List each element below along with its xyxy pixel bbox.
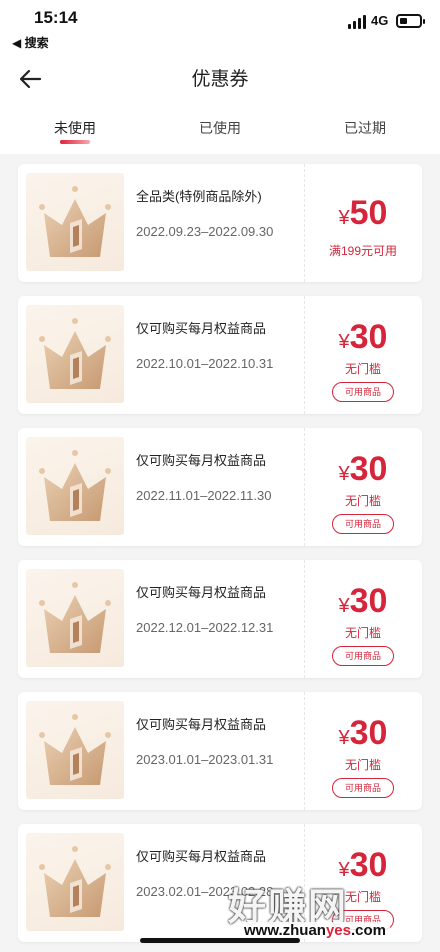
coupon-condition: 无门槛 [344, 626, 381, 640]
coupon-card[interactable]: 仅可购买每月权益商品 2023.01.01–2023.01.31 ¥30 无门槛… [18, 692, 422, 810]
coupon-list[interactable]: 全品类(特例商品除外) 2022.09.23–2022.09.30 ¥50 满1… [0, 154, 440, 952]
signal-icon [348, 15, 368, 29]
available-goods-button[interactable]: 可用商品 [332, 778, 394, 798]
coupon-amount: ¥30 [338, 450, 388, 488]
available-goods-button[interactable]: 可用商品 [332, 382, 394, 402]
crown-logo-icon [26, 437, 124, 535]
coupon-card[interactable]: 仅可购买每月权益商品 2022.10.01–2022.10.31 ¥30 无门槛… [18, 296, 422, 414]
tab-unused[interactable]: 未使用 [35, 118, 115, 138]
coupon-amount: ¥30 [338, 714, 388, 752]
coupon-validity: 2022.09.23–2022.09.30 [136, 224, 274, 239]
available-goods-button[interactable]: 可用商品 [332, 514, 394, 534]
watermark-url: www.zhuanyes.com [240, 922, 390, 939]
network-type: 4G [371, 13, 389, 28]
coupon-condition: 无门槛 [344, 494, 381, 508]
available-goods-button[interactable]: 可用商品 [332, 646, 394, 666]
tab-used[interactable]: 已使用 [180, 118, 260, 138]
crown-logo-icon [26, 701, 124, 799]
coupon-validity: 2022.12.01–2022.12.31 [136, 620, 274, 635]
crown-logo-icon [26, 833, 124, 931]
coupon-condition: 无门槛 [344, 362, 381, 376]
coupon-name: 仅可购买每月权益商品 [136, 717, 267, 732]
coupon-validity: 2022.11.01–2022.11.30 [136, 488, 272, 503]
page-title: 优惠券 [191, 69, 249, 90]
coupon-name: 全品类(特例商品除外) [136, 189, 262, 204]
active-tab-indicator [60, 140, 90, 144]
coupon-condition: 满199元可用 [328, 244, 398, 258]
coupon-condition: 无门槛 [344, 758, 381, 772]
coupon-validity: 2023.01.01–2023.01.31 [136, 752, 274, 767]
status-time: 15:14 [34, 8, 78, 27]
crown-logo-icon [26, 569, 124, 667]
coupon-card[interactable]: 仅可购买每月权益商品 2022.11.01–2022.11.30 ¥30 无门槛… [18, 428, 422, 546]
back-to-app-link[interactable]: ◀ 搜索 [12, 34, 49, 51]
coupon-card[interactable]: 全品类(特例商品除外) 2022.09.23–2022.09.30 ¥50 满1… [18, 164, 422, 282]
coupon-validity: 2022.10.01–2022.10.31 [136, 356, 274, 371]
status-bar: 15:14 ◀ 搜索 4G [0, 0, 440, 52]
coupon-amount: ¥30 [338, 582, 388, 620]
coupon-tabs: 未使用 已使用 已过期 [0, 104, 440, 154]
tab-expired[interactable]: 已过期 [325, 118, 405, 138]
crown-logo-icon [26, 305, 124, 403]
coupon-amount: ¥30 [338, 318, 388, 356]
coupon-name: 仅可购买每月权益商品 [136, 453, 267, 468]
coupon-name: 仅可购买每月权益商品 [136, 321, 267, 336]
home-indicator[interactable] [140, 938, 300, 943]
coupon-card[interactable]: 仅可购买每月权益商品 2022.12.01–2022.12.31 ¥30 无门槛… [18, 560, 422, 678]
crown-logo-icon [26, 173, 124, 271]
coupon-amount: ¥50 [338, 194, 388, 232]
page-header: 优惠券 [0, 52, 440, 104]
coupon-name: 仅可购买每月权益商品 [136, 849, 267, 864]
battery-icon [396, 14, 425, 28]
coupon-name: 仅可购买每月权益商品 [136, 585, 267, 600]
